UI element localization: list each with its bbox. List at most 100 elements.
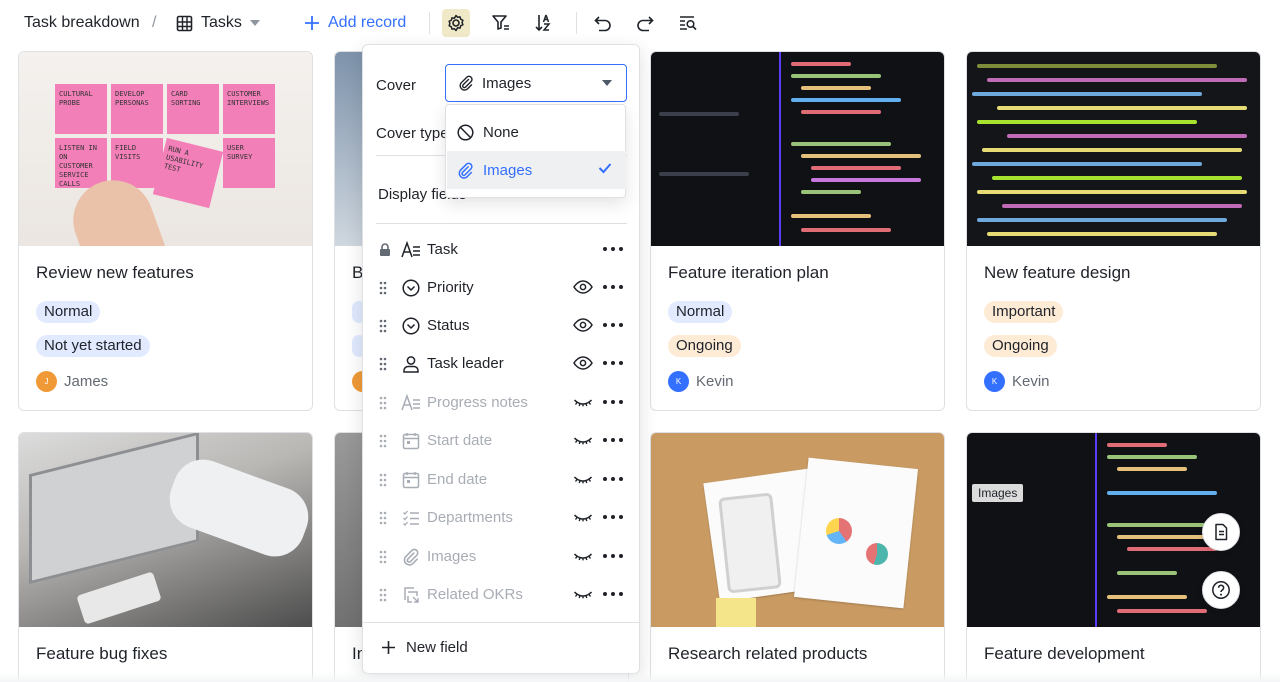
more-icon[interactable] [603, 361, 623, 365]
drag-handle-icon[interactable] [379, 588, 387, 602]
more-icon[interactable] [603, 554, 623, 558]
search-button[interactable] [674, 9, 702, 37]
status-tag: Not yet started [36, 335, 150, 357]
new-field-button[interactable]: New field [381, 639, 468, 656]
help-button[interactable] [1202, 571, 1240, 609]
field-name: Progress notes [427, 394, 528, 411]
field-row-priority[interactable]: Priority [363, 269, 639, 307]
more-icon[interactable] [603, 515, 623, 519]
cover-field-tag: Images [972, 484, 1024, 502]
open-record-button[interactable] [1202, 513, 1240, 551]
option-label: None [483, 123, 519, 141]
person-icon [401, 354, 421, 374]
eye-closed-icon[interactable] [573, 432, 593, 448]
text-field-icon [401, 393, 421, 413]
more-icon[interactable] [603, 400, 623, 404]
drag-handle-icon[interactable] [379, 357, 387, 371]
drag-handle-icon[interactable] [379, 396, 387, 410]
status-tag: Ongoing [668, 335, 741, 357]
card-title: Feature iteration plan [668, 263, 829, 282]
plus-icon [305, 16, 319, 30]
field-row-related-okrs[interactable]: Related OKRs [363, 576, 639, 614]
field-row-departments[interactable]: Departments [363, 499, 639, 537]
single-select-icon [401, 278, 421, 298]
undo-button[interactable] [589, 9, 617, 37]
redo-button[interactable] [631, 9, 659, 37]
field-row-status[interactable]: Status [363, 307, 639, 345]
status-tag: Ongoing [984, 335, 1057, 357]
eye-icon[interactable] [573, 279, 593, 295]
settings-button[interactable] [442, 9, 470, 37]
more-icon[interactable] [603, 323, 623, 327]
sort-button[interactable] [530, 9, 558, 37]
more-icon[interactable] [603, 592, 623, 596]
dropdown-option-none[interactable]: None [447, 113, 626, 151]
sort-icon [535, 14, 551, 32]
cover-select[interactable]: Images [445, 64, 627, 102]
drag-handle-icon[interactable] [379, 473, 387, 487]
field-row-start-date[interactable]: Start date [363, 422, 639, 460]
more-icon[interactable] [603, 438, 623, 442]
person-name: Kevin [1012, 373, 1050, 390]
breadcrumb-title[interactable]: Task breakdown [24, 14, 140, 32]
eye-closed-icon[interactable] [573, 548, 593, 564]
avatar: K [984, 371, 1005, 392]
drag-handle-icon[interactable] [379, 281, 387, 295]
drag-handle-icon[interactable] [379, 550, 387, 564]
avatar: K [668, 371, 689, 392]
chevron-down-icon [249, 20, 260, 26]
record-card[interactable]: Feature iteration plan Normal Ongoing K … [650, 51, 945, 411]
record-card[interactable]: New feature design Important Ongoing K K… [966, 51, 1261, 411]
eye-closed-icon[interactable] [573, 394, 593, 410]
divider [376, 223, 627, 224]
record-card[interactable]: Images Feature development [966, 432, 1261, 682]
more-icon[interactable] [603, 247, 623, 251]
paperclip-icon [458, 162, 473, 179]
redo-icon [637, 16, 654, 32]
field-row-end-date[interactable]: End date [363, 461, 639, 499]
field-row-task[interactable]: Task [363, 231, 639, 269]
field-name: Related OKRs [427, 586, 523, 603]
more-icon[interactable] [603, 477, 623, 481]
filter-icon [492, 15, 509, 30]
add-record-button[interactable]: Add record [304, 11, 406, 35]
calendar-icon [401, 431, 421, 451]
drag-handle-icon[interactable] [379, 434, 387, 448]
view-switcher[interactable]: Tasks [176, 11, 260, 35]
drag-handle-icon[interactable] [379, 319, 387, 333]
field-row-images[interactable]: Images [363, 538, 639, 576]
text-field-icon [401, 240, 421, 260]
filter-button[interactable] [487, 9, 515, 37]
eye-closed-icon[interactable] [573, 471, 593, 487]
gear-icon [448, 14, 464, 32]
eye-icon[interactable] [573, 355, 593, 371]
record-card[interactable]: CULTURAL PROBE DEVELOP PERSONAS CARD SOR… [18, 51, 313, 411]
drag-handle-icon[interactable] [379, 511, 387, 525]
field-name: Departments [427, 509, 513, 526]
field-row-task-leader[interactable]: Task leader [363, 345, 639, 383]
task-leader: J James [36, 371, 108, 392]
card-cover-image [651, 433, 944, 627]
eye-closed-icon[interactable] [573, 586, 593, 602]
toolbar: Task breakdown / Tasks Add record [0, 0, 1280, 46]
document-icon [1215, 523, 1228, 541]
single-select-icon [401, 316, 421, 336]
task-leader: K Kevin [984, 371, 1050, 392]
record-card[interactable]: Research related products [650, 432, 945, 682]
page-bottom-edge [0, 672, 1280, 682]
eye-closed-icon[interactable] [573, 509, 593, 525]
ban-icon [457, 123, 474, 141]
view-name: Tasks [201, 14, 242, 31]
dropdown-option-images[interactable]: Images [447, 151, 626, 189]
sticky-note: DEVELOP PERSONAS [111, 84, 163, 134]
field-row-progress-notes[interactable]: Progress notes [363, 384, 639, 422]
eye-icon[interactable] [573, 317, 593, 333]
add-record-label: Add record [328, 14, 407, 31]
priority-tag: Important [984, 301, 1064, 323]
more-icon[interactable] [603, 285, 623, 289]
record-card[interactable]: Feature bug fixes [18, 432, 313, 682]
card-cover-image: CULTURAL PROBE DEVELOP PERSONAS CARD SOR… [19, 52, 312, 246]
sticky-note: RUN A USABILITY TEST [152, 137, 224, 209]
lock-icon [380, 243, 390, 256]
toolbar-divider [429, 12, 430, 34]
